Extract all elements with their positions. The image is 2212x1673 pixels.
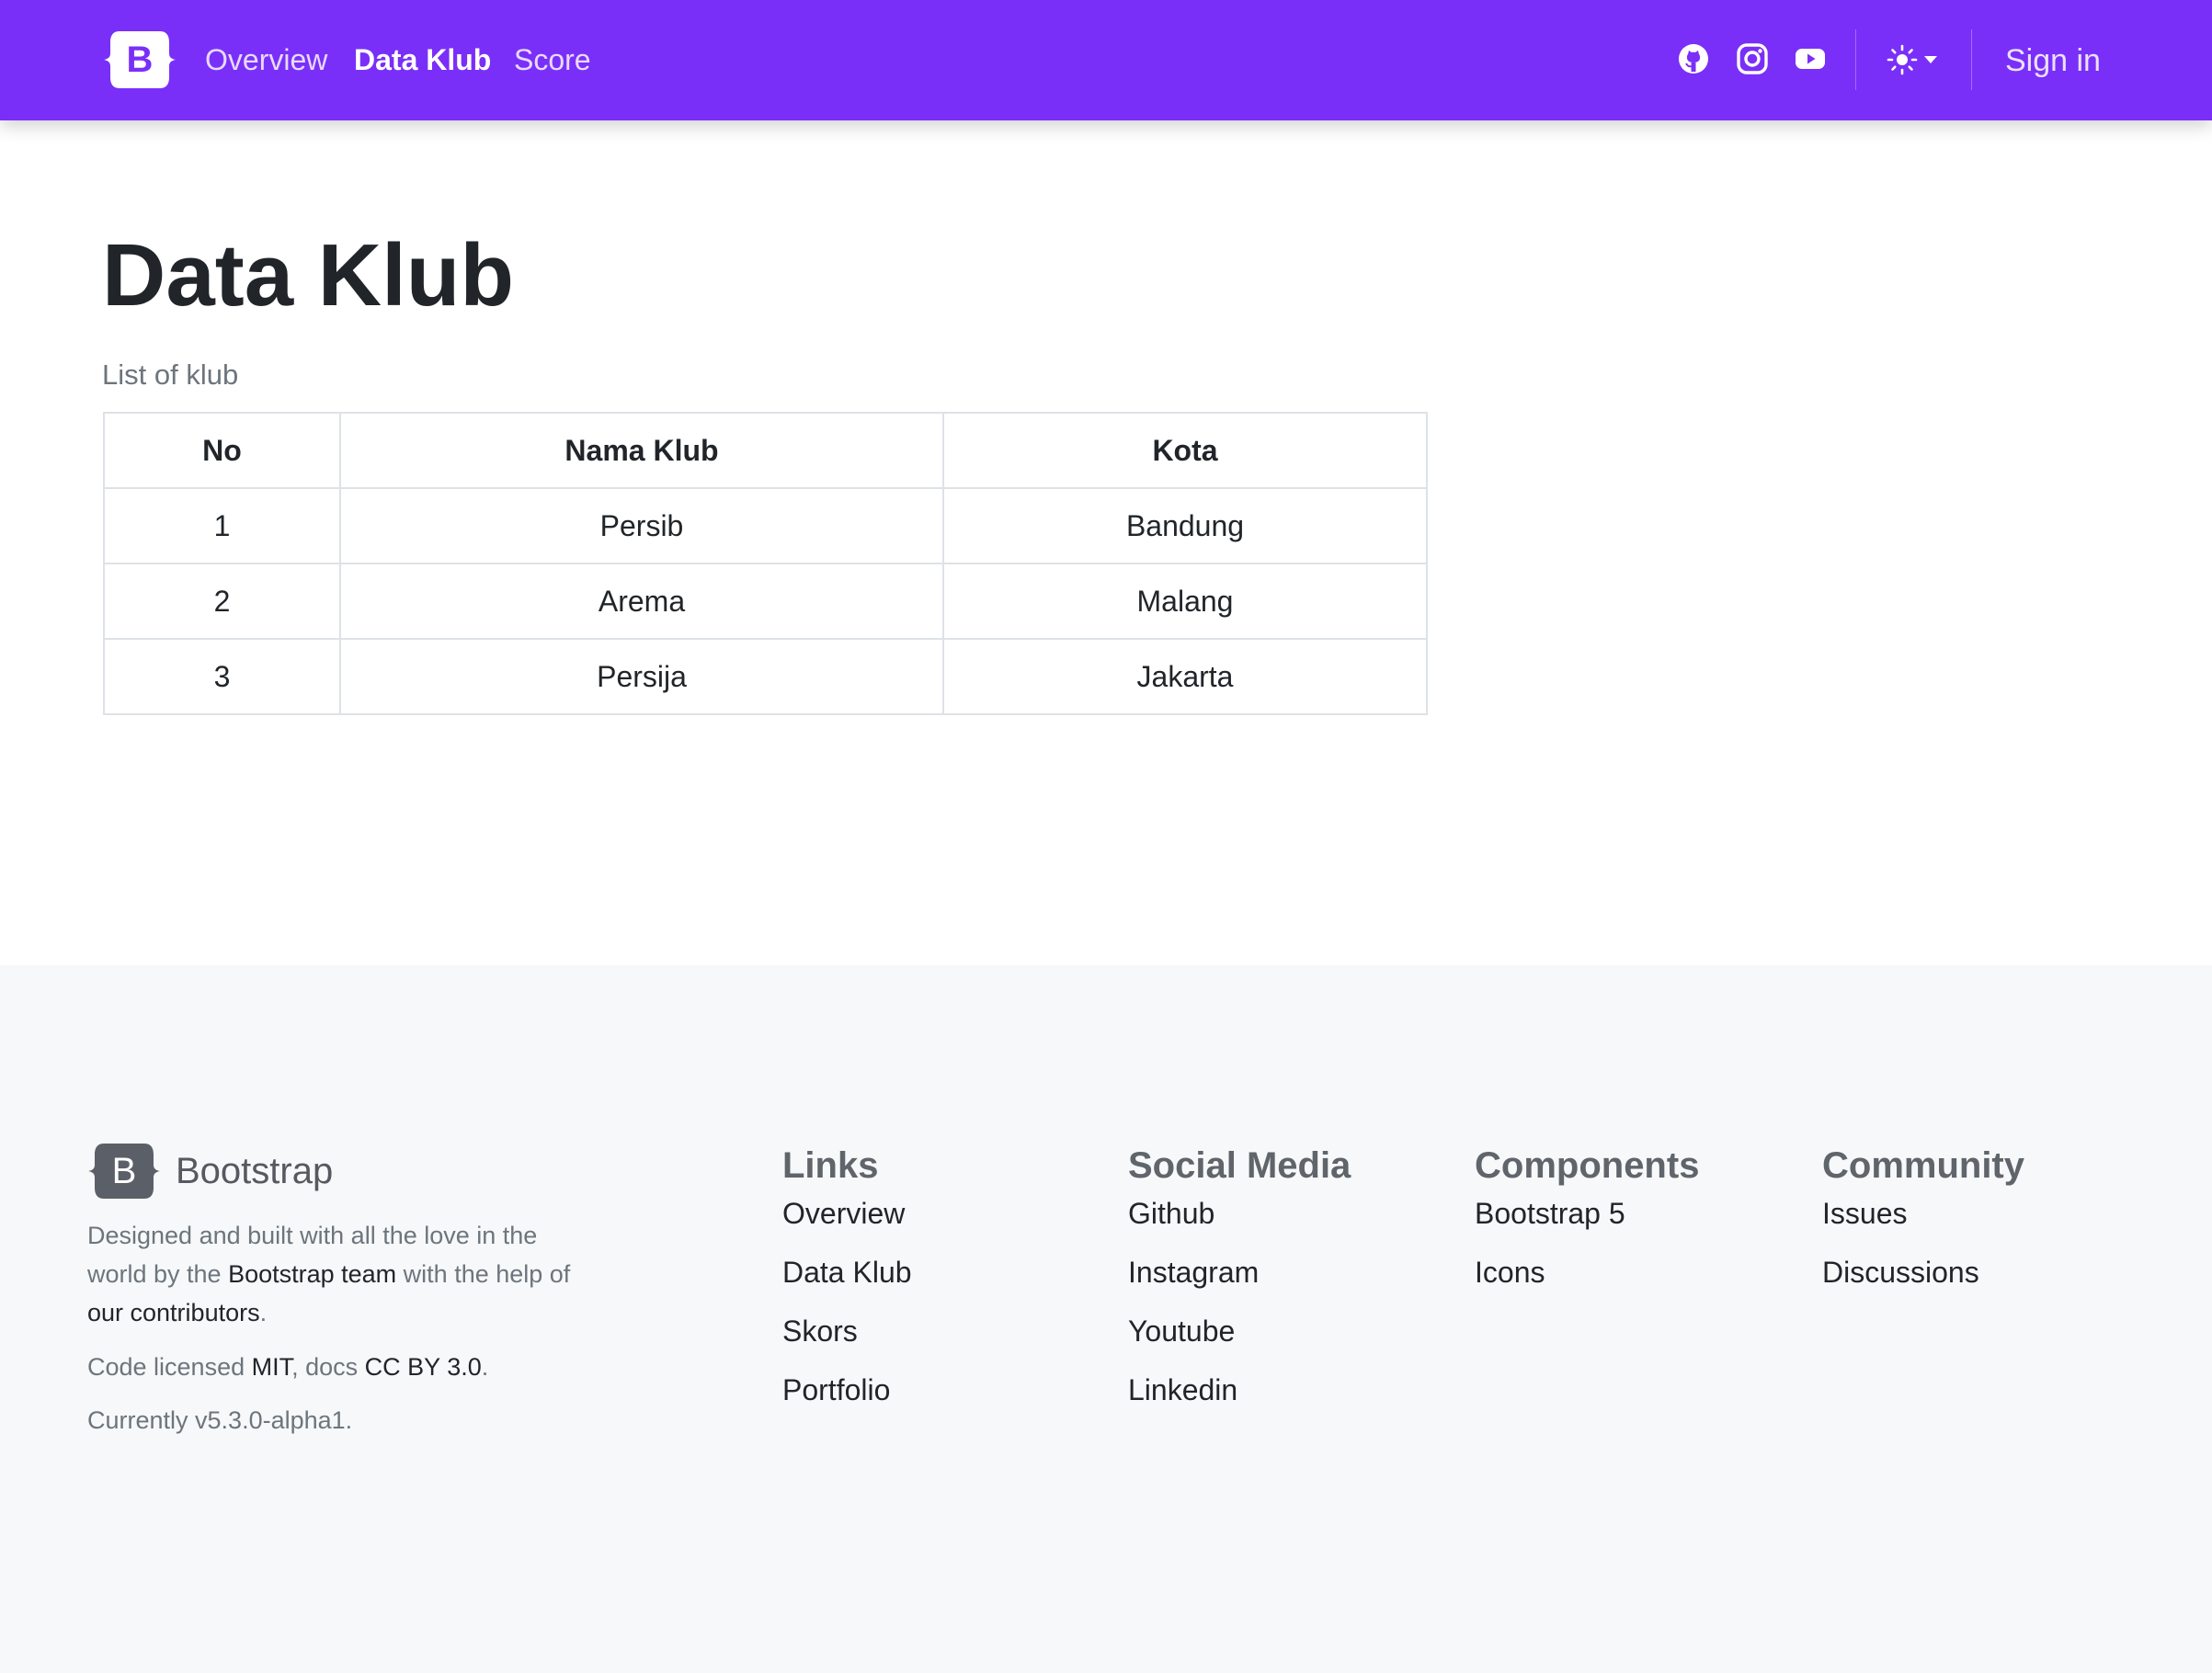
footer-link-bootstrap-5[interactable]: Bootstrap 5 — [1475, 1195, 1699, 1254]
bootstrap-team-link[interactable]: Bootstrap team — [228, 1260, 396, 1288]
cell-nama-klub: Persib — [339, 487, 944, 564]
table-header-row: No Nama Klub Kota — [103, 412, 1428, 489]
footer-link-github[interactable]: Github — [1128, 1195, 1351, 1254]
table-caption: List of klub — [102, 358, 239, 391]
column-header-kota: Kota — [942, 412, 1428, 489]
cell-no: 2 — [103, 563, 341, 640]
footer-link-portfolio[interactable]: Portfolio — [782, 1371, 912, 1430]
cell-kota: Malang — [942, 563, 1428, 640]
footer-version: Currently v5.3.0-alpha1. — [87, 1406, 353, 1434]
footer-link-youtube[interactable]: Youtube — [1128, 1313, 1351, 1371]
navbar-divider — [1855, 29, 1856, 90]
cell-nama-klub: Persija — [339, 638, 944, 715]
cell-kota: Jakarta — [942, 638, 1428, 715]
navbar-divider — [1971, 29, 1972, 90]
footer-column-links: Links Overview Data Klub Skors Portfolio — [782, 1140, 912, 1430]
cell-no: 3 — [103, 638, 341, 715]
sun-icon — [1887, 44, 1918, 75]
nav-overview[interactable]: Overview — [205, 40, 327, 79]
footer-link-issues[interactable]: Issues — [1822, 1195, 2024, 1254]
footer-column-title: Components — [1475, 1145, 1700, 1186]
nav-score[interactable]: Score — [514, 40, 591, 79]
footer-link-discussions[interactable]: Discussions — [1822, 1254, 2024, 1313]
sign-in-button[interactable]: Sign in — [2005, 40, 2101, 81]
bootstrap-logo-icon: B — [88, 1144, 160, 1199]
footer-link-data-klub[interactable]: Data Klub — [782, 1254, 912, 1313]
footer-column-title: Community — [1822, 1145, 2024, 1186]
footer-link-instagram[interactable]: Instagram — [1128, 1254, 1351, 1313]
footer-brand-name: Bootstrap — [176, 1151, 334, 1191]
svg-text:B: B — [112, 1151, 137, 1191]
footer-column-components: Components Bootstrap 5 Icons — [1475, 1140, 1699, 1313]
instagram-icon[interactable] — [1736, 42, 1769, 75]
footer-link-overview[interactable]: Overview — [782, 1195, 912, 1254]
cell-kota: Bandung — [942, 487, 1428, 564]
footer-column-community: Community Issues Discussions — [1822, 1140, 2024, 1313]
footer-column-title: Social Media — [1128, 1145, 1351, 1186]
footer-link-skors[interactable]: Skors — [782, 1313, 912, 1371]
navbar: B Overview Data Klub Score Sign in — [0, 0, 2212, 120]
footer-brand[interactable]: B Bootstrap — [87, 1142, 333, 1201]
youtube-icon[interactable] — [1794, 42, 1827, 75]
cc-by-link[interactable]: CC BY 3.0 — [365, 1353, 482, 1381]
footer-description: Designed and built with all the love in … — [87, 1222, 571, 1326]
footer-column-title: Links — [782, 1145, 879, 1186]
contributors-link[interactable]: our contributors — [87, 1299, 260, 1326]
bootstrap-logo-icon[interactable]: B — [103, 29, 177, 90]
nav-data-klub[interactable]: Data Klub — [354, 40, 491, 79]
svg-text:B: B — [127, 40, 154, 80]
cell-nama-klub: Arema — [339, 563, 944, 640]
column-header-no: No — [103, 412, 341, 489]
footer-link-icons[interactable]: Icons — [1475, 1254, 1699, 1313]
klub-table: No Nama Klub Kota 1 Persib Bandung 2 Are… — [103, 412, 1428, 715]
column-header-nama-klub: Nama Klub — [339, 412, 944, 489]
footer-license: Code licensed MIT, docs CC BY 3.0. — [87, 1353, 489, 1381]
footer-column-social-media: Social Media Github Instagram Youtube Li… — [1128, 1140, 1351, 1430]
cell-no: 1 — [103, 487, 341, 564]
table-row: 1 Persib Bandung — [103, 487, 1428, 564]
github-icon[interactable] — [1677, 42, 1710, 75]
table-row: 2 Arema Malang — [103, 563, 1428, 640]
mit-license-link[interactable]: MIT — [252, 1353, 292, 1381]
caret-down-icon — [1924, 56, 1937, 63]
table-row: 3 Persija Jakarta — [103, 638, 1428, 715]
page-title: Data Klub — [102, 226, 515, 324]
theme-toggle-button[interactable] — [1887, 43, 1944, 76]
footer-link-linkedin[interactable]: Linkedin — [1128, 1371, 1351, 1430]
